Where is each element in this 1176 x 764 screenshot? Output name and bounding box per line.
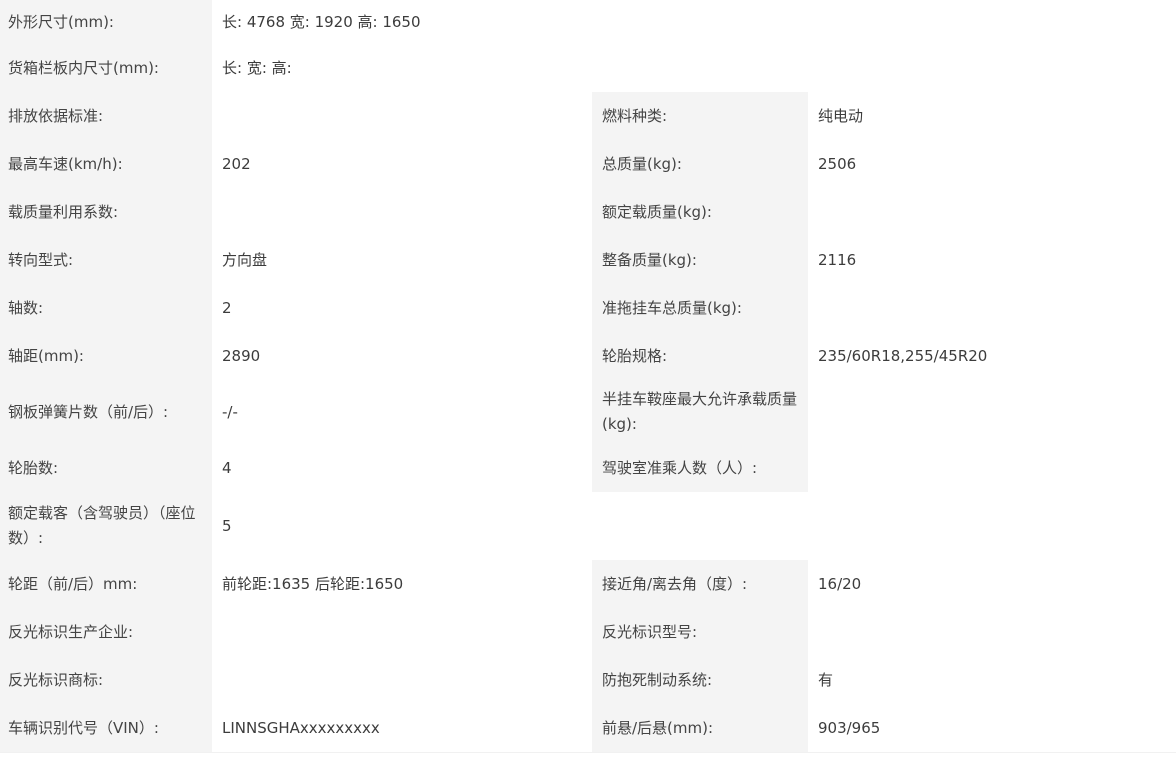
table-row: 钢板弹簧片数（前/后）: -/- 半挂车鞍座最大允许承载质量(kg): (0, 380, 1176, 445)
table-row: 额定载客（含驾驶员）（座位数）: 5 (0, 492, 1176, 561)
row-label: 车辆识别代号（VIN）: (0, 704, 212, 752)
row-value: 方向盘 (212, 236, 592, 284)
table-row: 轮距（前/后）mm: 前轮距:1635 后轮距:1650 接近角/离去角（度）:… (0, 560, 1176, 609)
row-label-secondary: 额定载质量(kg): (592, 188, 808, 236)
row-value: 长: 宽: 高: (212, 44, 1176, 92)
row-value-secondary (808, 608, 1176, 656)
row-value: 2890 (212, 332, 592, 380)
row-label: 排放依据标准: (0, 92, 212, 140)
table-row: 反光标识生产企业: 反光标识型号: (0, 608, 1176, 657)
row-value-secondary (808, 444, 1176, 492)
row-value-secondary: 16/20 (808, 560, 1176, 608)
row-label-secondary: 防抱死制动系统: (592, 656, 808, 704)
row-label-secondary: 反光标识型号: (592, 608, 808, 656)
row-label-secondary: 驾驶室准乘人数（人）: (592, 444, 808, 492)
row-value: -/- (212, 380, 592, 444)
row-value: 2 (212, 284, 592, 332)
row-label: 轴距(mm): (0, 332, 212, 380)
row-label-secondary: 总质量(kg): (592, 140, 808, 188)
row-label-secondary: 前悬/后悬(mm): (592, 704, 808, 752)
row-label: 轴数: (0, 284, 212, 332)
row-value (212, 188, 592, 236)
row-label-secondary: 轮胎规格: (592, 332, 808, 380)
table-row: 转向型式: 方向盘 整备质量(kg): 2116 (0, 236, 1176, 285)
table-row: 最高车速(km/h): 202 总质量(kg): 2506 (0, 140, 1176, 189)
row-value-secondary: 235/60R18,255/45R20 (808, 332, 1176, 380)
row-label: 载质量利用系数: (0, 188, 212, 236)
row-label: 货箱栏板内尺寸(mm): (0, 44, 212, 92)
row-value: 前轮距:1635 后轮距:1650 (212, 560, 592, 608)
row-value: 4 (212, 444, 592, 492)
row-label: 钢板弹簧片数（前/后）: (0, 380, 212, 444)
row-label: 轮胎数: (0, 444, 212, 492)
row-label: 额定载客（含驾驶员）（座位数）: (0, 492, 212, 560)
row-value-secondary: 2116 (808, 236, 1176, 284)
table-row: 货箱栏板内尺寸(mm): 长: 宽: 高: (0, 44, 1176, 93)
row-label-secondary: 准拖挂车总质量(kg): (592, 284, 808, 332)
row-value (212, 92, 592, 140)
table-row: 外形尺寸(mm): 长: 4768 宽: 1920 高: 1650 (0, 0, 1176, 45)
spec-table: 外形尺寸(mm): 长: 4768 宽: 1920 高: 1650 货箱栏板内尺… (0, 0, 1176, 764)
row-value-secondary: 903/965 (808, 704, 1176, 752)
row-label-secondary: 半挂车鞍座最大允许承载质量(kg): (592, 380, 808, 444)
row-value (212, 656, 592, 704)
row-label: 最高车速(km/h): (0, 140, 212, 188)
row-value-secondary (808, 284, 1176, 332)
row-value-secondary: 纯电动 (808, 92, 1176, 140)
row-value: LINNSGHAxxxxxxxxx (212, 704, 592, 752)
row-label: 转向型式: (0, 236, 212, 284)
table-row: 车辆识别代号（VIN）: LINNSGHAxxxxxxxxx 前悬/后悬(mm)… (0, 704, 1176, 753)
row-value-secondary (808, 380, 1176, 444)
row-value (212, 608, 592, 656)
row-label-secondary: 燃料种类: (592, 92, 808, 140)
table-row: 轴数: 2 准拖挂车总质量(kg): (0, 284, 1176, 333)
row-value-secondary: 有 (808, 656, 1176, 704)
table-row: 轮胎数: 4 驾驶室准乘人数（人）: (0, 444, 1176, 493)
row-label: 外形尺寸(mm): (0, 0, 212, 44)
row-label: 反光标识商标: (0, 656, 212, 704)
row-label-secondary: 整备质量(kg): (592, 236, 808, 284)
row-value-secondary: 2506 (808, 140, 1176, 188)
row-value: 5 (212, 492, 1176, 560)
table-row: 排放依据标准: 燃料种类: 纯电动 (0, 92, 1176, 141)
table-row: 载质量利用系数: 额定载质量(kg): (0, 188, 1176, 237)
row-value: 202 (212, 140, 592, 188)
row-label: 轮距（前/后）mm: (0, 560, 212, 608)
table-row: 轴距(mm): 2890 轮胎规格: 235/60R18,255/45R20 (0, 332, 1176, 381)
row-label: 反光标识生产企业: (0, 608, 212, 656)
table-row: 反光标识商标: 防抱死制动系统: 有 (0, 656, 1176, 705)
row-value: 长: 4768 宽: 1920 高: 1650 (212, 0, 1176, 44)
row-label-secondary: 接近角/离去角（度）: (592, 560, 808, 608)
row-value-secondary (808, 188, 1176, 236)
